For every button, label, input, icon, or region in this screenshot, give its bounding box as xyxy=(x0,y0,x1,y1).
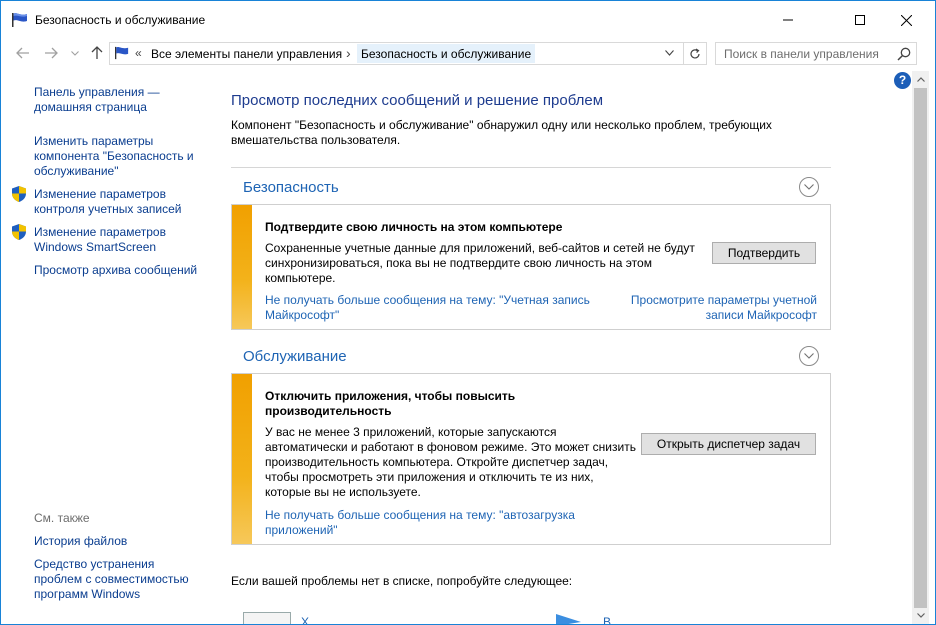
section-title-security[interactable]: Безопасность xyxy=(243,179,339,196)
troubleshoot-prompt: Если вашей проблемы нет в списке, попроб… xyxy=(231,574,573,588)
page-description: Компонент "Безопасность и обслуживание" … xyxy=(231,118,772,147)
maximize-button[interactable] xyxy=(837,1,883,39)
troubleshooting-link[interactable]: Х xyxy=(301,615,309,624)
sidebar-link-uac[interactable]: Изменение параметров контроля учетных за… xyxy=(34,187,181,217)
sidebar-link-file-history[interactable]: История файлов xyxy=(34,534,127,549)
uac-shield-icon xyxy=(12,224,26,240)
sidebar-link-archive[interactable]: Просмотр архива сообщений xyxy=(34,263,197,278)
collapse-maintenance-button[interactable] xyxy=(799,346,819,366)
arrow-left-icon xyxy=(16,47,29,59)
open-task-manager-button[interactable]: Открыть диспетчер задач xyxy=(641,433,816,455)
breadcrumb-all-items[interactable]: Все элементы панели управления xyxy=(151,47,342,61)
chevron-down-icon xyxy=(804,353,814,359)
breadcrumb-current[interactable]: Безопасность и обслуживание xyxy=(357,44,536,63)
arrow-up-icon xyxy=(91,46,103,59)
recovery-link[interactable]: В xyxy=(603,615,611,624)
scroll-thumb[interactable] xyxy=(914,88,927,608)
scroll-down-arrow-icon xyxy=(916,613,925,618)
flag-icon xyxy=(115,46,129,60)
scroll-up-button[interactable] xyxy=(912,71,929,88)
address-bar[interactable]: « Все элементы панели управления › Безоп… xyxy=(109,42,707,65)
search-icon[interactable] xyxy=(896,46,912,62)
refresh-icon xyxy=(689,47,700,58)
sidebar-link-smartscreen[interactable]: Изменение параметров Windows SmartScreen xyxy=(34,225,166,255)
chevron-down-icon xyxy=(664,50,674,56)
search-placeholder[interactable]: Поиск в панели управления xyxy=(724,47,879,61)
control-panel-window: Безопасность и обслуживание « Все элемен… xyxy=(0,0,936,625)
sidebar-link-change-settings[interactable]: Изменить параметры компонента "Безопасно… xyxy=(34,134,194,179)
breadcrumb-overflow-chevron[interactable]: « xyxy=(135,46,142,60)
maintenance-alert-card: Отключить приложения, чтобы повысить про… xyxy=(231,373,831,545)
divider xyxy=(231,167,831,168)
maximize-icon xyxy=(855,15,865,25)
see-also-heading: См. также xyxy=(34,511,90,525)
page-title: Просмотр последних сообщений и решение п… xyxy=(231,92,604,109)
refresh-button[interactable] xyxy=(683,43,705,64)
navigation-bar: « Все элементы панели управления › Безоп… xyxy=(1,39,935,67)
warning-severity-bar xyxy=(232,205,252,329)
back-button[interactable] xyxy=(13,43,33,63)
warning-severity-bar xyxy=(232,374,252,544)
recent-locations-button[interactable] xyxy=(65,43,85,63)
alert-body: Сохраненные учетные данные для приложени… xyxy=(265,241,695,285)
forward-button[interactable] xyxy=(41,43,61,63)
view-account-settings-link[interactable]: Просмотрите параметры учетной записи Май… xyxy=(617,293,817,323)
minimize-icon xyxy=(783,19,793,21)
verify-identity-button[interactable]: Подтвердить xyxy=(712,242,816,264)
search-box[interactable]: Поиск в панели управления xyxy=(715,42,917,65)
scroll-down-button[interactable] xyxy=(912,607,929,624)
alert-title: Подтвердите свою личность на этом компью… xyxy=(265,220,563,234)
help-icon[interactable]: ? xyxy=(894,72,911,89)
minimize-button[interactable] xyxy=(765,1,811,39)
uac-shield-icon xyxy=(12,186,26,202)
chevron-down-icon xyxy=(71,50,79,56)
alert-body: У вас не менее 3 приложений, которые зап… xyxy=(265,425,636,499)
chevron-down-icon xyxy=(804,184,814,190)
alert-title: Отключить приложения, чтобы повысить про… xyxy=(265,389,516,418)
address-dropdown-button[interactable] xyxy=(662,46,676,60)
close-icon xyxy=(900,14,912,26)
breadcrumb-separator[interactable]: › xyxy=(346,45,351,61)
section-title-maintenance[interactable]: Обслуживание xyxy=(243,348,347,365)
flag-icon xyxy=(12,13,27,27)
sidebar-link-compat-troubleshooter[interactable]: Средство устранения проблем с совместимо… xyxy=(34,557,189,602)
window-title: Безопасность и обслуживание xyxy=(35,13,206,27)
recovery-flag-icon[interactable] xyxy=(555,612,583,625)
up-button[interactable] xyxy=(87,43,107,63)
vertical-scrollbar[interactable] xyxy=(912,71,929,624)
troubleshooting-icon[interactable] xyxy=(243,612,291,624)
security-alert-card: Подтвердите свою личность на этом компью… xyxy=(231,204,831,330)
arrow-right-icon xyxy=(45,47,58,59)
sidebar-link-home[interactable]: Панель управления — домашняя страница xyxy=(34,85,160,115)
scroll-up-arrow-icon xyxy=(916,77,925,82)
collapse-security-button[interactable] xyxy=(799,177,819,197)
close-button[interactable] xyxy=(883,1,929,39)
dismiss-account-messages-link[interactable]: Не получать больше сообщения на тему: "У… xyxy=(265,293,625,323)
dismiss-startup-messages-link[interactable]: Не получать больше сообщения на тему: "а… xyxy=(265,508,595,538)
title-bar[interactable]: Безопасность и обслуживание xyxy=(1,1,935,39)
